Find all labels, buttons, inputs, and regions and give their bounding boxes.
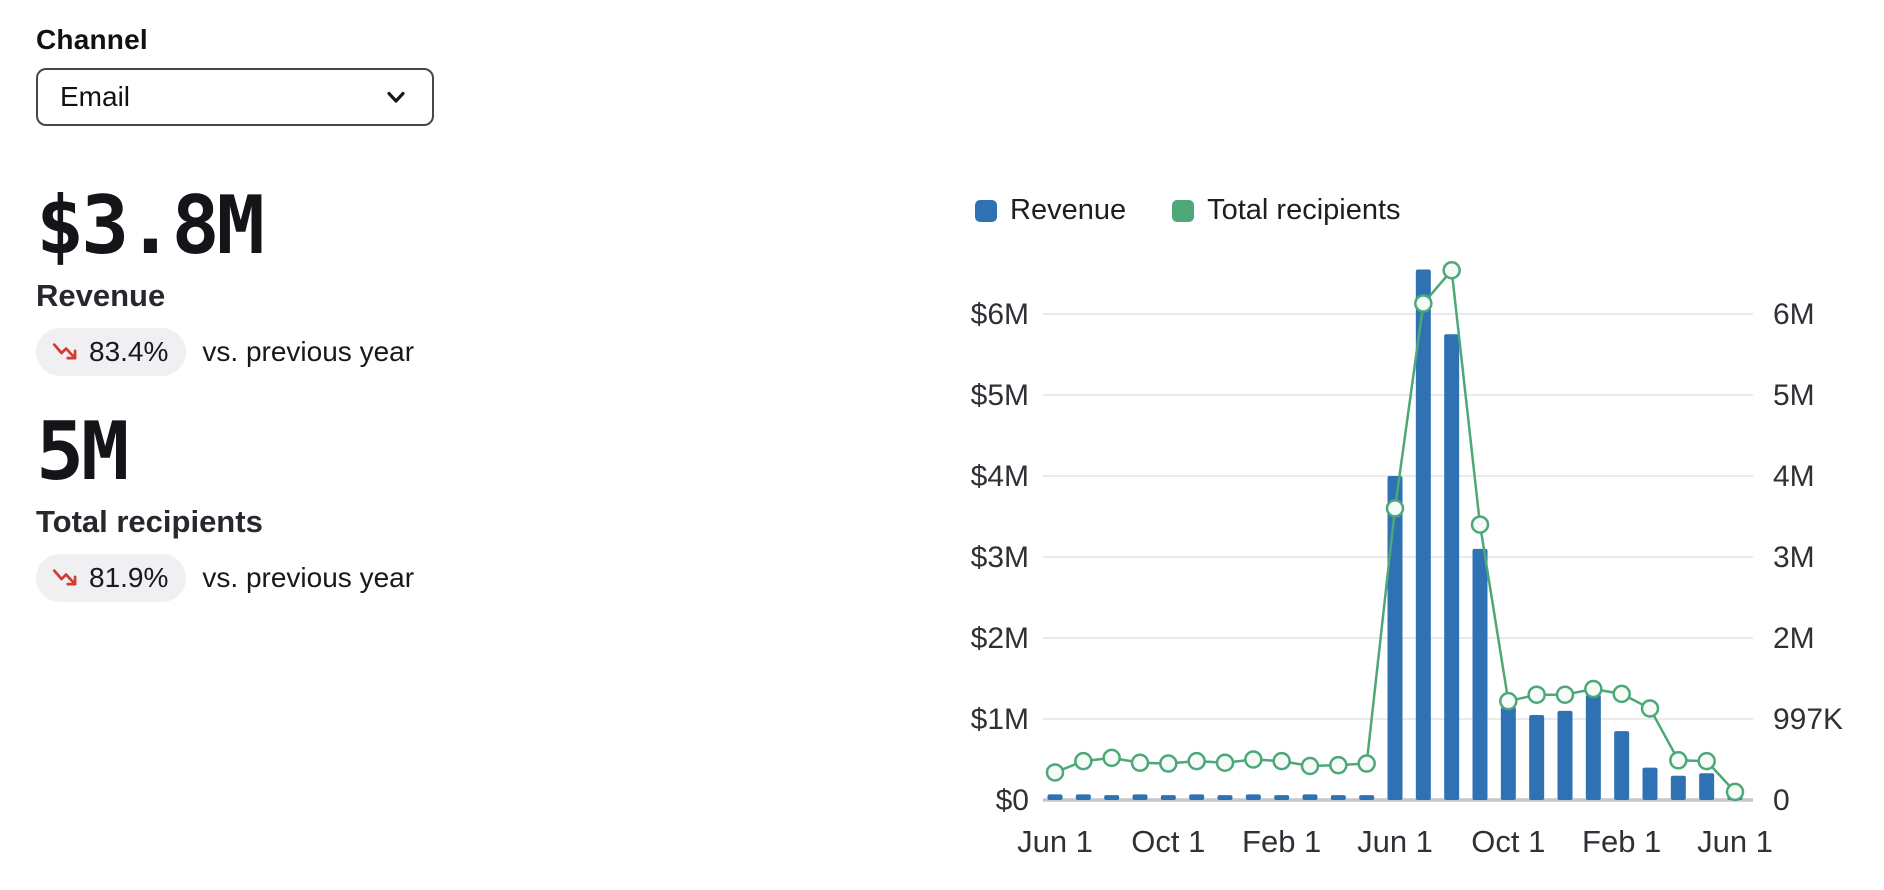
chart-legend: Revenue Total recipients	[975, 194, 1401, 227]
legend-swatch	[975, 200, 997, 222]
revenue-bar	[1359, 795, 1374, 800]
svg-text:2M: 2M	[1773, 622, 1815, 655]
revenue-bar	[1444, 334, 1459, 800]
recipients-marker	[1614, 686, 1630, 702]
revenue-change-badge: 83.4%	[36, 328, 186, 376]
recipients-marker	[1387, 500, 1403, 516]
recipients-marker	[1642, 700, 1658, 716]
recipients-metric-value: 5M	[36, 410, 596, 494]
svg-text:$2M: $2M	[971, 622, 1029, 655]
svg-text:5M: 5M	[1773, 379, 1815, 412]
revenue-bar	[1218, 795, 1233, 800]
channel-select-value: Email	[60, 81, 130, 113]
revenue-recipients-chart: $0 0 $1M 997K $2M 2M $3M 3M $4M 4M $5M 5M $6M 6M Jun 1…	[955, 150, 1865, 870]
trend-down-icon	[52, 339, 79, 366]
legend-item-revenue[interactable]: Revenue	[975, 194, 1126, 227]
summary-panel: Channel Email $3.8M Revenue 83.4%	[36, 24, 596, 602]
recipients-marker	[1274, 753, 1290, 769]
revenue-bar	[1614, 731, 1629, 800]
recipients-marker	[1699, 753, 1715, 769]
revenue-bar	[1048, 794, 1063, 800]
revenue-bar	[1388, 476, 1403, 800]
revenue-bar	[1246, 794, 1261, 800]
svg-text:6M: 6M	[1773, 298, 1815, 331]
revenue-bar	[1586, 695, 1601, 800]
recipients-marker	[1415, 295, 1431, 311]
svg-text:Oct 1: Oct 1	[1471, 824, 1545, 859]
analytics-dashboard: Channel Email $3.8M Revenue 83.4%	[0, 0, 1884, 890]
recipients-marker	[1189, 753, 1205, 769]
recipients-marker	[1330, 757, 1346, 773]
recipients-change-row: 81.9% vs. previous year	[36, 554, 596, 602]
recipients-marker	[1727, 784, 1743, 800]
legend-label: Total recipients	[1207, 194, 1400, 227]
channel-label: Channel	[36, 24, 596, 56]
revenue-change-suffix: vs. previous year	[202, 336, 414, 368]
recipients-marker	[1557, 687, 1573, 703]
svg-text:Feb 1: Feb 1	[1582, 824, 1661, 859]
revenue-change-row: 83.4% vs. previous year	[36, 328, 596, 376]
revenue-bar	[1529, 715, 1544, 800]
recipients-marker	[1472, 517, 1488, 533]
revenue-metric-value: $3.8M	[36, 184, 596, 268]
recipients-marker	[1217, 755, 1233, 771]
recipients-change-badge: 81.9%	[36, 554, 186, 602]
legend-swatch	[1172, 200, 1194, 222]
revenue-metric-label: Revenue	[36, 278, 596, 314]
trend-down-icon	[52, 565, 79, 592]
recipients-marker	[1500, 693, 1516, 709]
recipients-marker	[1359, 756, 1375, 772]
recipients-marker	[1075, 753, 1091, 769]
svg-text:Jun 1: Jun 1	[1697, 824, 1773, 859]
svg-text:Jun 1: Jun 1	[1357, 824, 1433, 859]
recipients-marker	[1529, 687, 1545, 703]
revenue-bar	[1076, 794, 1091, 800]
revenue-bar	[1161, 795, 1176, 800]
revenue-bar	[1643, 768, 1658, 800]
svg-text:$3M: $3M	[971, 541, 1029, 574]
recipients-marker	[1132, 755, 1148, 771]
recipients-marker	[1444, 262, 1460, 278]
revenue-change-pct: 83.4%	[89, 336, 168, 368]
chart-canvas: $0 0 $1M 997K $2M 2M $3M 3M $4M 4M $5M 5M $6M 6M Jun 1…	[955, 150, 1865, 870]
recipients-change-suffix: vs. previous year	[202, 562, 414, 594]
svg-text:Jun 1: Jun 1	[1017, 824, 1093, 859]
revenue-bar	[1671, 776, 1686, 800]
svg-text:$1M: $1M	[971, 703, 1029, 736]
recipients-change-pct: 81.9%	[89, 562, 168, 594]
revenue-bar	[1104, 795, 1119, 800]
chevron-down-icon	[382, 83, 410, 111]
svg-text:Oct 1: Oct 1	[1131, 824, 1205, 859]
svg-text:Feb 1: Feb 1	[1242, 824, 1321, 859]
svg-text:3M: 3M	[1773, 541, 1815, 574]
svg-text:$0: $0	[996, 784, 1029, 817]
revenue-bar	[1331, 795, 1346, 800]
svg-text:997K: 997K	[1773, 703, 1843, 736]
recipients-marker	[1160, 756, 1176, 772]
revenue-bar	[1699, 773, 1714, 800]
svg-text:0: 0	[1773, 784, 1790, 817]
revenue-bar	[1501, 707, 1516, 800]
recipients-marker	[1245, 752, 1261, 768]
revenue-bar	[1303, 794, 1318, 800]
recipients-marker	[1302, 758, 1318, 774]
recipients-marker	[1670, 752, 1686, 768]
legend-label: Revenue	[1010, 194, 1126, 227]
svg-text:$4M: $4M	[971, 460, 1029, 493]
svg-text:4M: 4M	[1773, 460, 1815, 493]
revenue-bar	[1558, 711, 1573, 800]
channel-select[interactable]: Email	[36, 68, 434, 126]
revenue-bar	[1274, 795, 1289, 800]
revenue-bar	[1473, 549, 1488, 800]
recipients-metric-label: Total recipients	[36, 504, 596, 540]
recipients-marker	[1104, 750, 1120, 766]
revenue-bar	[1133, 794, 1148, 800]
svg-text:$5M: $5M	[971, 379, 1029, 412]
recipients-marker	[1585, 681, 1601, 697]
revenue-bar	[1189, 794, 1204, 800]
svg-text:$6M: $6M	[971, 298, 1029, 331]
legend-item-total-recipients[interactable]: Total recipients	[1172, 194, 1400, 227]
recipients-marker	[1047, 764, 1063, 780]
